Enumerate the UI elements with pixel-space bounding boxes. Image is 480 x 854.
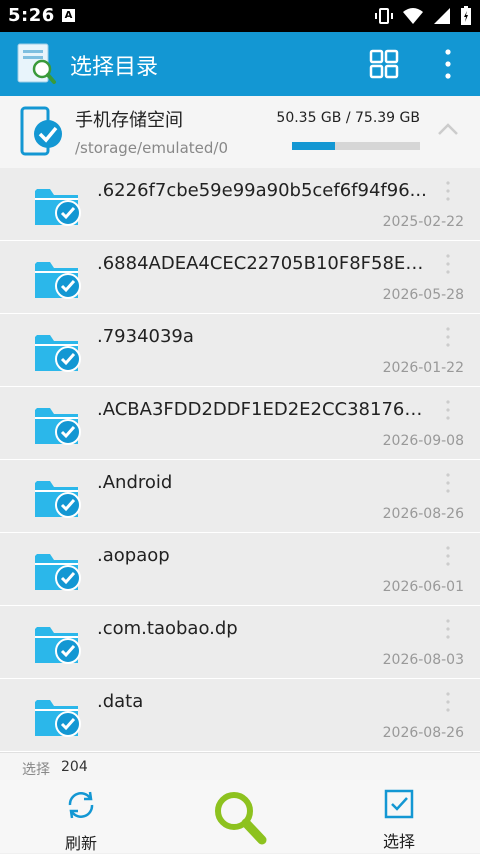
selection-bar: 选择 204 [0,752,480,781]
folder-checked-icon [35,481,81,518]
folder-name: .6884ADEA4CEC22705B10F8F58E9... [97,253,427,274]
folder-date: 2026-08-03 [382,652,464,668]
selection-count: 204 [61,759,88,775]
refresh-label: 刷新 [64,834,97,853]
list-item[interactable]: .ACBA3FDD2DDF1ED2E2CC381769... 2026-09-08 [0,387,480,460]
item-more-icon[interactable] [440,253,456,275]
item-more-icon[interactable] [440,472,456,494]
search-icon[interactable] [210,788,270,848]
item-more-icon[interactable] [440,618,456,640]
folder-name: .Android [97,472,173,493]
storage-path: /storage/emulated/0 [75,139,229,157]
folder-checked-icon [35,627,81,664]
list-item[interactable]: .6884ADEA4CEC22705B10F8F58E9... 2026-05-2… [0,241,480,314]
folder-list: .6226f7cbe59e99a90b5cef6f94f96... 2025-02… [0,168,480,752]
refresh-icon [68,791,94,819]
folder-date: 2026-09-08 [382,433,464,449]
more-options-icon[interactable] [436,46,460,82]
list-item[interactable]: .com.taobao.dp 2026-08-03 [0,606,480,679]
item-more-icon[interactable] [440,180,456,202]
folder-date: 2026-08-26 [382,506,464,522]
grid-view-icon[interactable] [368,48,400,80]
storage-header[interactable]: 手机存储空间 /storage/emulated/0 50.35 GB / 75… [0,96,480,169]
folder-checked-icon [35,408,81,445]
item-more-icon[interactable] [440,399,456,421]
folder-name: .data [97,691,144,712]
folder-name: .aopaop [97,545,170,566]
folder-name: .ACBA3FDD2DDF1ED2E2CC381769... [97,399,427,420]
status-icons [374,6,472,26]
folder-checked-icon [35,700,81,737]
notification-icon: A [62,9,75,22]
list-item[interactable]: .Android 2026-08-26 [0,460,480,533]
folder-checked-icon [35,335,81,372]
phone-storage-icon [20,106,62,156]
storage-usage-bar [292,142,420,150]
page-title: 选择目录 [70,55,159,80]
storage-size: 50.35 GB / 75.39 GB [276,110,420,126]
folder-checked-icon [35,189,81,226]
folder-name: .7934039a [97,326,194,347]
app-bar: 选择目录 [0,32,480,96]
bottom-bar: 刷新 选择 [0,780,480,853]
item-more-icon[interactable] [440,691,456,713]
folder-date: 2026-06-01 [382,579,464,595]
battery-icon [461,6,471,25]
app-logo-icon [17,43,56,84]
folder-name: .com.taobao.dp [97,618,238,639]
folder-date: 2025-02-22 [382,214,464,230]
storage-name: 手机存储空间 [75,110,183,131]
folder-date: 2026-08-26 [382,725,464,741]
folder-name: .6226f7cbe59e99a90b5cef6f94f96... [97,180,427,201]
folder-date: 2026-01-22 [382,360,464,376]
folder-date: 2026-05-28 [382,287,464,303]
item-more-icon[interactable] [440,326,456,348]
refresh-button[interactable]: 刷新 [56,788,106,853]
list-item[interactable]: .aopaop 2026-06-01 [0,533,480,606]
list-item[interactable]: .data 2026-08-26 [0,679,480,752]
storage-usage-fill [292,142,335,150]
signal-icon [434,8,450,24]
select-button[interactable]: 选择 [374,788,424,851]
status-time: 5:26 [8,5,55,26]
list-item[interactable]: .7934039a 2026-01-22 [0,314,480,387]
folder-checked-icon [35,262,81,299]
selection-label: 选择 [22,762,50,778]
select-label: 选择 [382,832,415,851]
vibrate-icon [375,8,393,24]
checkbox-icon [384,789,414,819]
status-bar: 5:26 A [0,0,480,32]
folder-checked-icon [35,554,81,591]
list-item[interactable]: .6226f7cbe59e99a90b5cef6f94f96... 2025-02… [0,168,480,241]
wifi-icon [403,8,423,24]
chevron-up-icon[interactable] [436,120,460,138]
item-more-icon[interactable] [440,545,456,567]
